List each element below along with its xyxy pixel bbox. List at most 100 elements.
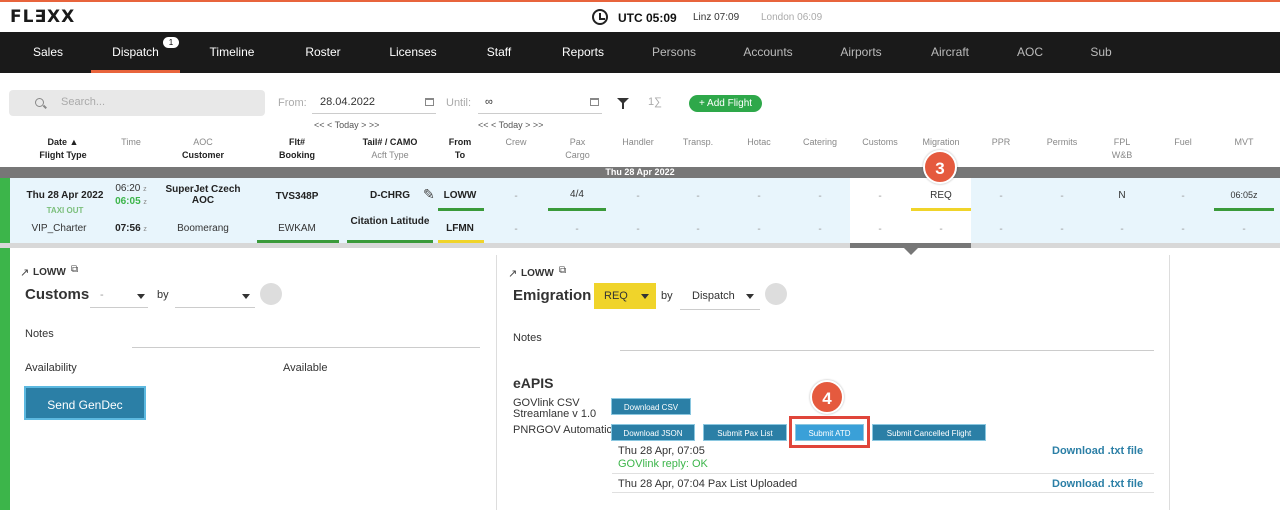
nav-roster[interactable]: Roster [292,32,354,73]
submit-cancelled-flight-button[interactable]: Submit Cancelled Flight [872,424,986,441]
mvt-cell[interactable]: - [1234,224,1254,235]
hotac-cell[interactable]: - [749,224,769,235]
col-catering[interactable]: Catering [795,136,845,149]
avatar[interactable] [765,283,787,305]
nav-dispatch[interactable]: Dispatch 1 [91,32,180,73]
catering-cell[interactable]: - [810,224,830,235]
nav-airports[interactable]: Airports [832,32,890,73]
logo[interactable]: FL∃XX [10,7,75,27]
column-headers: Date ▲ Flight Type Time AOC Customer Flt# B… [0,134,1280,167]
col-transp[interactable]: Transp. [673,136,723,149]
external-link-icon[interactable]: ⧉ [559,265,566,276]
nav-sales[interactable]: Sales [20,32,76,73]
to-airport[interactable]: LFMN [440,223,480,234]
transp-cell[interactable]: - [688,224,708,235]
pax-count[interactable]: 4/4 [557,189,597,200]
fuel-cell[interactable]: - [1173,224,1193,235]
col-fpl[interactable]: FPL W&B [1102,136,1142,162]
transp-cell[interactable]: - [688,191,708,202]
nav-aircraft[interactable]: Aircraft [922,32,978,73]
send-gendec-button[interactable]: Send GenDec [24,386,146,420]
flight-customer[interactable]: Boomerang [158,223,248,234]
nav-aoc[interactable]: AOC [1009,32,1051,73]
migration-cell[interactable]: - [931,224,951,235]
chevron-down-icon[interactable] [746,294,754,299]
col-pax[interactable]: Pax Cargo [555,136,600,162]
download-txt-link[interactable]: Download .txt file [1052,445,1143,457]
ppr-cell[interactable]: - [991,224,1011,235]
from-airport[interactable]: LOWW [440,190,480,201]
customs-notes-input[interactable] [132,347,480,348]
fpl-status[interactable]: N [1112,190,1132,201]
col-mvt[interactable]: MVT [1223,136,1265,149]
col-crew[interactable]: Crew [496,136,536,149]
emigration-by-value[interactable]: Dispatch [692,290,735,302]
crew-cell[interactable]: - [506,191,526,202]
calendar-icon[interactable] [425,98,434,106]
wb-cell[interactable]: - [1112,224,1132,235]
handler-cell[interactable]: - [628,224,648,235]
from-date-input[interactable]: 28.04.2022 [320,96,375,108]
flight-aoc[interactable]: SuperJet Czech AOC [158,184,248,206]
add-flight-button[interactable]: + Add Flight [689,95,762,112]
col-tail[interactable]: Tail# / CAMO Acft Type [345,136,435,162]
cargo-cell[interactable]: - [567,224,587,235]
submit-pax-list-button[interactable]: Submit Pax List [703,424,787,441]
catering-cell[interactable]: - [810,191,830,202]
customs-airport: LOWW [33,267,66,278]
migration-status[interactable]: REQ [921,190,961,201]
nav-staff[interactable]: Staff [475,32,523,73]
nav-reports[interactable]: Reports [553,32,613,73]
col-fuel[interactable]: Fuel [1163,136,1203,149]
col-from[interactable]: From To [437,136,483,162]
until-date-input[interactable]: ∞ [485,96,493,108]
col-migration[interactable]: Migration [912,136,970,149]
nav-persons[interactable]: Persons [644,32,704,73]
calendar-icon[interactable] [590,98,599,106]
ppr-cell[interactable]: - [991,191,1011,202]
customs-by-select[interactable] [175,307,255,308]
download-json-button[interactable]: Download JSON [611,424,695,441]
customs-status-select[interactable]: - [100,289,104,301]
hotac-cell[interactable]: - [749,191,769,202]
emigration-notes-input[interactable] [620,350,1154,351]
download-txt-link[interactable]: Download .txt file [1052,478,1143,490]
external-link-icon[interactable]: ⧉ [71,264,78,275]
col-date[interactable]: Date ▲ Flight Type [18,136,108,162]
filter-icon[interactable] [617,98,629,109]
customs-cell[interactable]: - [870,191,890,202]
avatar[interactable] [260,283,282,305]
col-handler[interactable]: Handler [613,136,663,149]
until-today-nav[interactable]: << < Today > >> [478,120,543,130]
flight-booking[interactable]: EWKAM [257,223,337,234]
edit-icon[interactable]: ✎ [423,186,435,203]
nav-accounts[interactable]: Accounts [737,32,799,73]
aircraft-type[interactable]: Citation Latitude [345,216,435,227]
emigration-status-select[interactable]: REQ [594,283,656,309]
permits-cell[interactable]: - [1052,224,1072,235]
col-customs[interactable]: Customs [855,136,905,149]
tail-number[interactable]: D-CHRG [350,190,430,201]
nav-sub[interactable]: Sub [1084,32,1118,73]
crew-cell[interactable]: - [506,224,526,235]
from-today-nav[interactable]: << < Today > >> [314,120,379,130]
col-ppr[interactable]: PPR [981,136,1021,149]
permits-cell[interactable]: - [1052,191,1072,202]
mvt-time[interactable]: 06:05z [1222,190,1266,200]
nav-licenses[interactable]: Licenses [380,32,446,73]
fuel-cell[interactable]: - [1173,191,1193,202]
col-time[interactable]: Time [113,136,149,149]
flight-number[interactable]: TVS348P [257,191,337,202]
handler-cell[interactable]: - [628,191,648,202]
col-hotac[interactable]: Hotac [735,136,783,149]
col-aoc[interactable]: AOC Customer [163,136,243,162]
chevron-down-icon[interactable] [137,294,145,299]
download-csv-button[interactable]: Download CSV [611,398,691,415]
nav-timeline[interactable]: Timeline [196,32,268,73]
col-permits[interactable]: Permits [1037,136,1087,149]
col-flt[interactable]: Flt# Booking [257,136,337,162]
search-input[interactable]: Search... [9,90,265,116]
sum-toggle[interactable]: 1∑ [648,96,662,108]
chevron-down-icon[interactable] [242,294,250,299]
customs-cell[interactable]: - [870,224,890,235]
